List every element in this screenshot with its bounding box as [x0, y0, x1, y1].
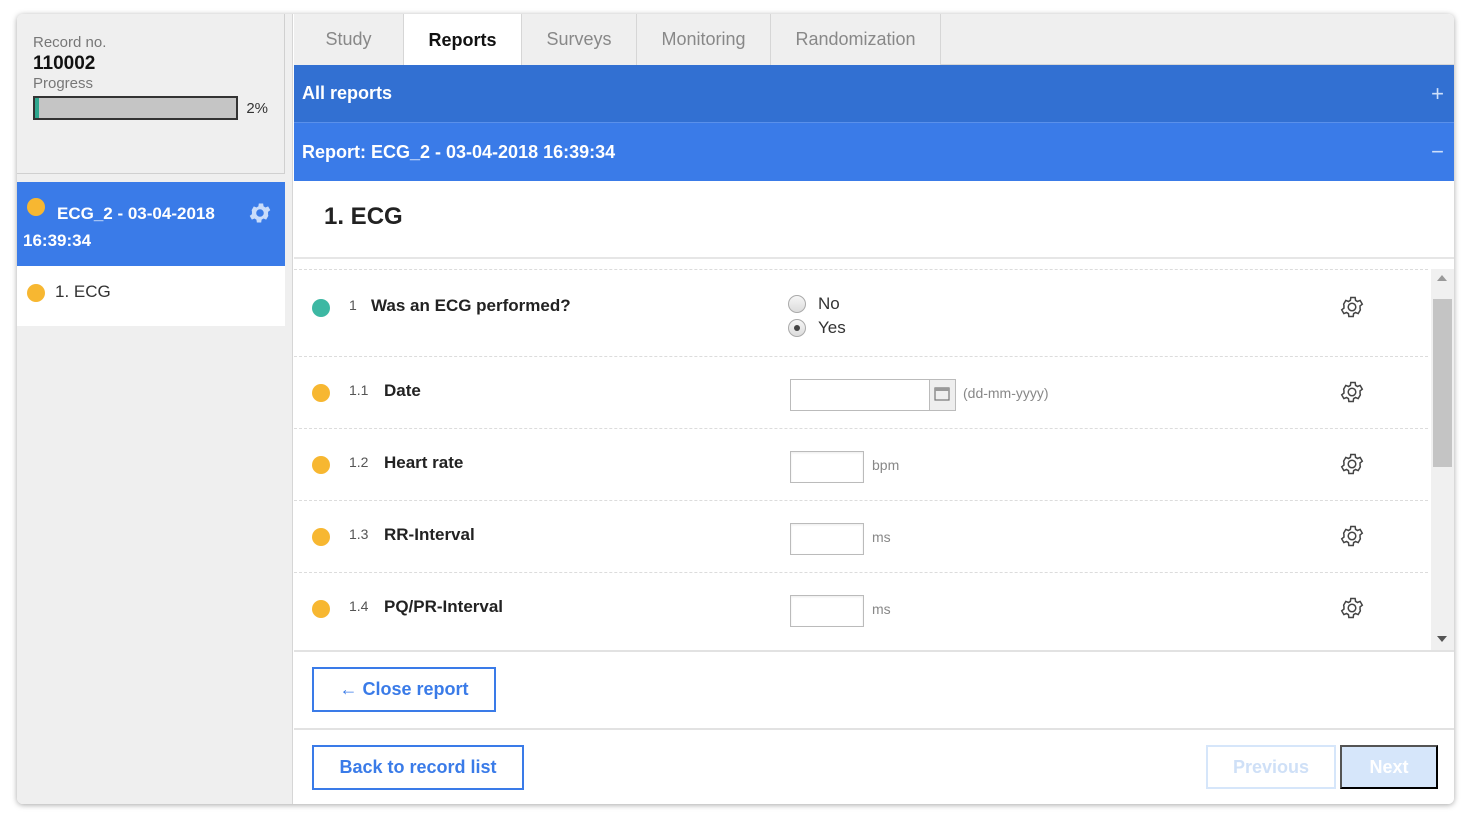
- question-row: 1.4 PQ/PR-Interval ms: [294, 572, 1428, 650]
- sidebar-item-label: 1. ECG: [55, 282, 111, 301]
- status-dot-icon: [312, 456, 330, 474]
- gear-icon[interactable]: [1339, 451, 1365, 477]
- tab-surveys[interactable]: Surveys: [522, 14, 637, 65]
- sidebar-item-report-label: ECG_2 - 03-04-2018 16:39:34: [23, 204, 215, 250]
- question-number: 1: [349, 297, 357, 313]
- scroll-up-icon[interactable]: [1437, 275, 1447, 281]
- question-label: PQ/PR-Interval: [384, 597, 504, 616]
- date-format-hint: (dd-mm-yyyy): [963, 385, 1049, 401]
- radio-yes[interactable]: [788, 319, 806, 337]
- report-header-label: Report: ECG_2 - 03-04-2018 16:39:34: [302, 141, 616, 162]
- status-dot-icon: [312, 384, 330, 402]
- tab-monitoring[interactable]: Monitoring: [637, 14, 771, 65]
- scroll-thumb[interactable]: [1433, 299, 1452, 467]
- progress-percent: 2%: [246, 99, 268, 117]
- record-label: Record no.: [33, 34, 107, 51]
- gear-icon[interactable]: [1339, 294, 1365, 320]
- unit-label: bpm: [872, 457, 900, 473]
- radio-label: Yes: [818, 318, 846, 337]
- back-to-record-list-button[interactable]: Back to record list: [312, 745, 524, 790]
- section-title: 1. ECG: [294, 181, 1454, 259]
- question-label: Heart rate: [384, 453, 464, 472]
- date-input[interactable]: [790, 379, 956, 411]
- gear-icon[interactable]: [1339, 379, 1365, 405]
- radio-no[interactable]: [788, 295, 806, 313]
- question-label: Was an ECG performed?: [371, 296, 571, 315]
- question-number: 1.2: [349, 454, 369, 470]
- tab-bar: Study Reports Surveys Monitoring Randomi…: [294, 14, 1454, 66]
- progress-bar: [33, 96, 239, 120]
- progress-label: Progress: [33, 75, 94, 92]
- progress-row: 2%: [33, 96, 268, 120]
- question-number: 1.3: [349, 526, 369, 542]
- calendar-icon[interactable]: [929, 380, 955, 410]
- status-dot-icon: [312, 600, 330, 618]
- sidebar-item-report[interactable]: ECG_2 - 03-04-2018 16:39:34: [17, 182, 285, 266]
- close-report-button[interactable]: ← Close report: [312, 667, 496, 712]
- unit-label: ms: [872, 529, 891, 545]
- record-number: 110002: [33, 53, 96, 74]
- gear-icon[interactable]: [1339, 595, 1365, 621]
- tab-randomization[interactable]: Randomization: [771, 14, 941, 65]
- tab-reports[interactable]: Reports: [404, 14, 522, 66]
- question-row: 1.3 RR-Interval ms: [294, 500, 1428, 572]
- tab-study[interactable]: Study: [294, 14, 404, 65]
- question-row: 1.1 Date (dd-mm-yyyy): [294, 356, 1428, 428]
- pq-pr-interval-input[interactable]: [790, 595, 864, 627]
- question-row: 1 Was an ECG performed? No Yes: [294, 269, 1428, 356]
- radio-option-no[interactable]: No: [788, 294, 840, 314]
- radio-option-yes[interactable]: Yes: [788, 318, 846, 338]
- heart-rate-input[interactable]: [790, 451, 864, 483]
- gear-icon[interactable]: [247, 200, 273, 226]
- radio-label: No: [818, 294, 840, 313]
- question-label: Date: [384, 381, 421, 400]
- previous-button[interactable]: Previous: [1206, 745, 1336, 789]
- status-dot-icon: [312, 528, 330, 546]
- main-panel: Study Reports Surveys Monitoring Randomi…: [294, 14, 1454, 804]
- scroll-down-icon[interactable]: [1437, 636, 1447, 642]
- question-list: 1 Was an ECG performed? No Yes 1.1 Date: [294, 269, 1454, 652]
- report-header[interactable]: Report: ECG_2 - 03-04-2018 16:39:34 −: [294, 122, 1454, 181]
- collapse-icon[interactable]: −: [1431, 123, 1444, 181]
- rr-interval-input[interactable]: [790, 523, 864, 555]
- sidebar-item-ecg[interactable]: 1. ECG: [17, 266, 285, 326]
- question-number: 1.4: [349, 598, 369, 614]
- question-row: 1.2 Heart rate bpm: [294, 428, 1428, 500]
- section-title-text: 1. ECG: [324, 203, 403, 230]
- question-label: RR-Interval: [384, 525, 475, 544]
- next-button[interactable]: Next: [1340, 745, 1438, 789]
- expand-icon[interactable]: +: [1431, 65, 1444, 122]
- close-area: ← Close report: [294, 652, 1454, 730]
- sidebar: Record no. 110002 Progress 2% ECG_2 - 03…: [17, 14, 293, 804]
- all-reports-header[interactable]: All reports +: [294, 65, 1454, 122]
- record-info: Record no. 110002 Progress 2%: [17, 14, 285, 174]
- gear-icon[interactable]: [1339, 523, 1365, 549]
- app-window: Record no. 110002 Progress 2% ECG_2 - 03…: [17, 14, 1454, 804]
- scrollbar[interactable]: [1431, 269, 1454, 650]
- question-number: 1.1: [349, 382, 369, 398]
- progress-fill: [35, 98, 40, 118]
- unit-label: ms: [872, 601, 891, 617]
- status-dot-icon: [312, 299, 330, 317]
- all-reports-label: All reports: [302, 83, 393, 103]
- status-dot-icon: [27, 284, 45, 302]
